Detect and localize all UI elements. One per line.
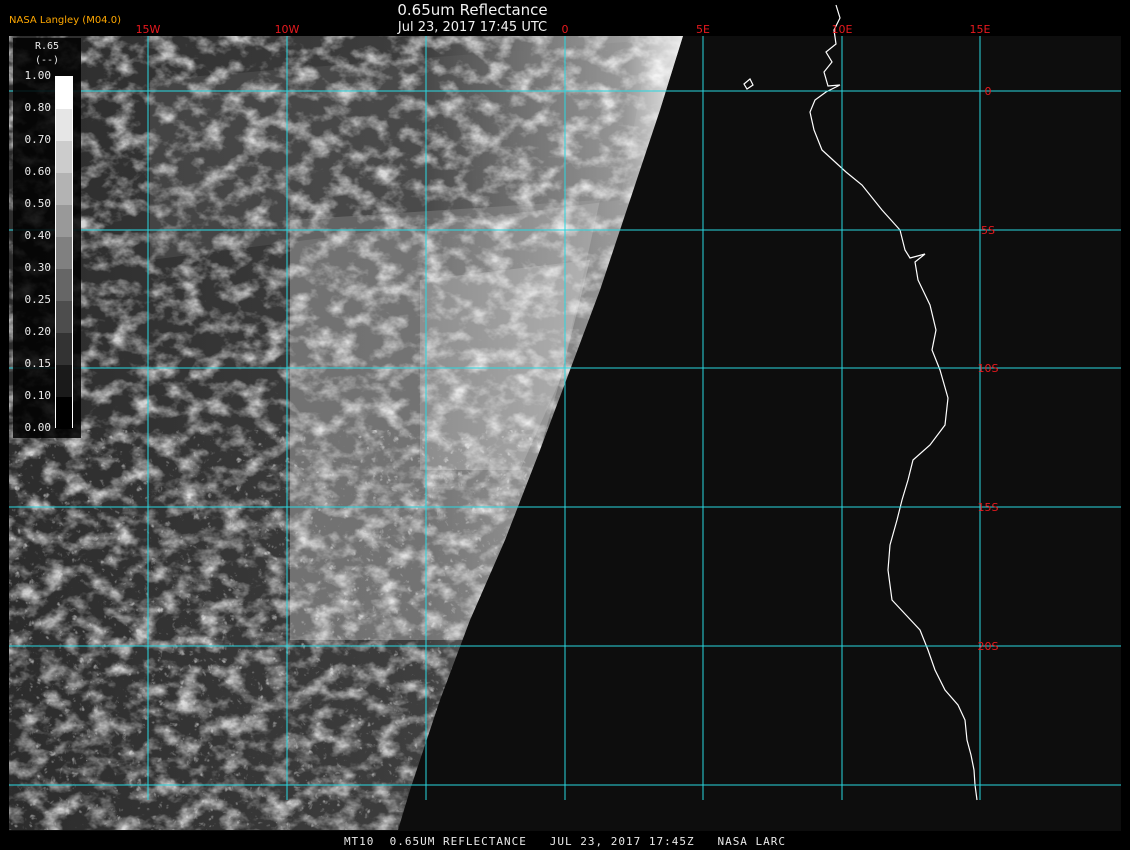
- legend-units: (--): [34, 55, 60, 66]
- legend-colorbar: [55, 76, 73, 429]
- legend-tick-label: 0.00: [24, 421, 52, 434]
- legend-swatch: [56, 173, 72, 205]
- legend-swatch: [56, 77, 72, 109]
- legend-swatch: [56, 237, 72, 269]
- legend-swatch: [56, 365, 72, 397]
- legend-tick-label: 0.50: [24, 197, 52, 210]
- legend-tick-label: 0.20: [24, 325, 52, 338]
- latitude-label: 15S: [978, 501, 999, 514]
- legend-tick-label: 0.80: [24, 101, 52, 114]
- latitude-label: 0: [985, 85, 992, 98]
- legend-swatch: [56, 141, 72, 173]
- image-datetime: Jul 23, 2017 17:45 UTC: [397, 20, 548, 35]
- legend-swatch: [56, 301, 72, 333]
- legend-tick-label: 0.70: [24, 133, 52, 146]
- legend-swatch: [56, 397, 72, 429]
- legend-tick-label: 0.30: [24, 261, 52, 274]
- legend-tick-label: 0.40: [24, 229, 52, 242]
- latitude-label: 5S: [981, 224, 995, 237]
- image-footer: MT10 0.65UM REFLECTANCE JUL 23, 2017 17:…: [343, 835, 787, 848]
- color-legend: R.65 (--) 1.00 0.80 0.70 0.60 0.50 0.40 0.30 0.…: [13, 38, 81, 438]
- latitude-label: 20S: [978, 640, 999, 653]
- legend-tick-label: 0.15: [24, 357, 52, 370]
- legend-swatch: [56, 333, 72, 365]
- legend-tick-label: 0.60: [24, 165, 52, 178]
- image-title: 0.65um Reflectance: [397, 1, 548, 19]
- satellite-map: 15W 10W 0 5E 10E 15E05S10S15S20S: [9, 4, 1121, 831]
- longitude-label: 15E: [970, 23, 991, 36]
- legend-swatch: [56, 205, 72, 237]
- legend-tick-label: 0.10: [24, 389, 52, 402]
- satellite-image-viewer: 15W 10W 0 5E 10E 15E 0 5S 10S 15S 20S 0.65um Refle…: [0, 0, 1130, 850]
- latitude-label: 10S: [978, 362, 999, 375]
- legend-swatch: [56, 109, 72, 141]
- legend-title: R.65: [34, 41, 60, 52]
- legend-tick-label: 0.25: [24, 293, 52, 306]
- legend-swatch: [56, 269, 72, 301]
- agency-label: NASA Langley (M04.0): [9, 15, 121, 26]
- legend-tick-label: 1.00: [24, 69, 52, 82]
